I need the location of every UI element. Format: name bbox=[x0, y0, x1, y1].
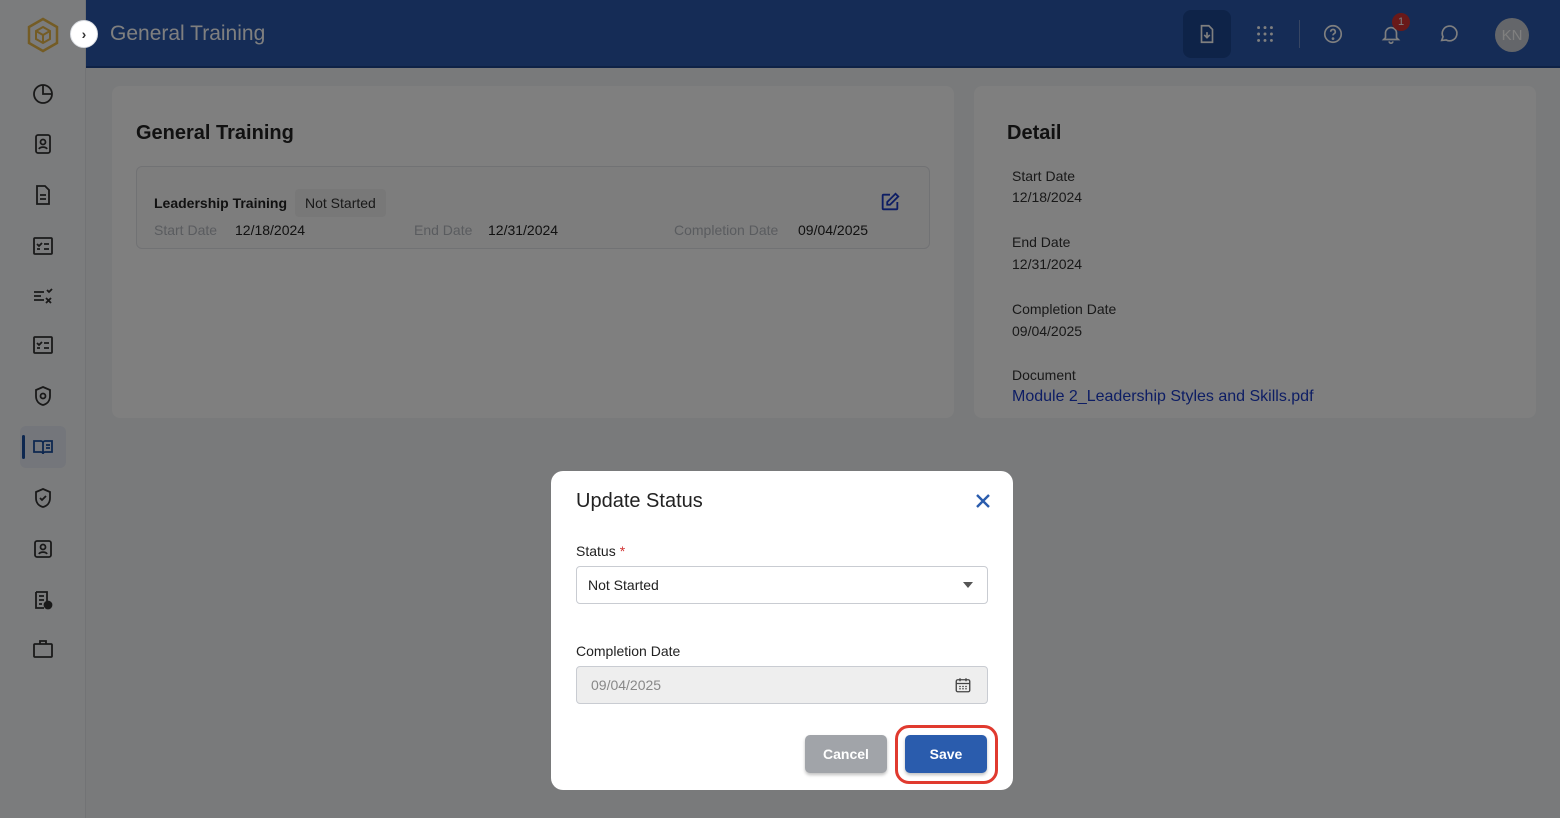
completion-date-input[interactable]: 09/04/2025 bbox=[576, 666, 988, 704]
cancel-button[interactable]: Cancel bbox=[805, 735, 887, 773]
sidebar-expand-button[interactable]: › bbox=[70, 20, 98, 48]
update-status-modal: Update Status Status * Not Started Comple… bbox=[551, 471, 1013, 790]
completion-date-input-value: 09/04/2025 bbox=[591, 677, 662, 693]
status-select[interactable]: Not Started bbox=[576, 566, 988, 604]
save-button[interactable]: Save bbox=[905, 735, 987, 773]
dropdown-arrow-icon bbox=[963, 582, 973, 588]
status-select-value: Not Started bbox=[588, 577, 659, 593]
modal-title: Update Status bbox=[576, 490, 703, 512]
calendar-icon[interactable] bbox=[954, 676, 972, 694]
chevron-right-icon: › bbox=[81, 26, 87, 42]
required-asterisk: * bbox=[619, 543, 626, 559]
completion-date-field-label: Completion Date bbox=[576, 643, 681, 659]
status-field-label: Status * bbox=[576, 543, 625, 559]
close-icon[interactable] bbox=[971, 489, 995, 513]
status-label-text: Status bbox=[576, 543, 616, 559]
